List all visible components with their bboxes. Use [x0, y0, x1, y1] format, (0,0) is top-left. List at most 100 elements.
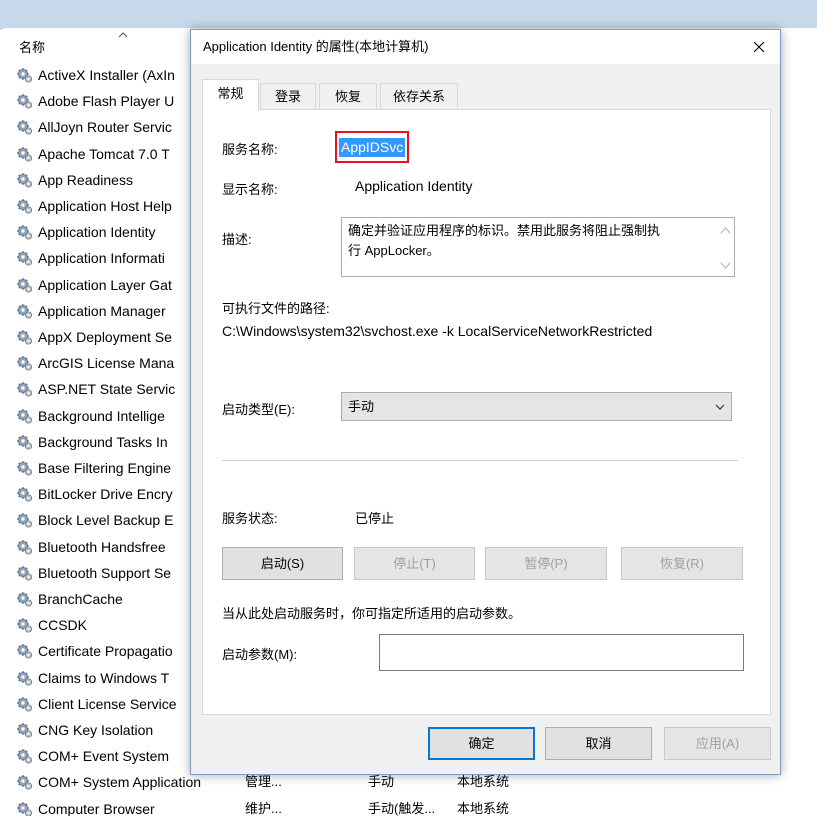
startup-type-select[interactable]: 手动	[341, 392, 732, 421]
service-row[interactable]: Background Tasks In	[16, 429, 168, 455]
description-label: 描述:	[222, 232, 252, 247]
service-row[interactable]: BitLocker Drive Encry	[16, 481, 173, 507]
service-name: Base Filtering Engine	[38, 460, 172, 476]
apply-button[interactable]: 应用(A)	[664, 727, 771, 760]
service-name: Claims to Windows T	[38, 669, 170, 686]
service-name: BranchCache	[38, 591, 123, 607]
dialog-titlebar[interactable]: Application Identity 的属性(本地计算机)	[191, 30, 780, 64]
service-gear-icon	[17, 434, 33, 450]
service-name: CCSDK	[38, 617, 88, 634]
service-name: Application Layer Gat	[38, 276, 172, 293]
start-button[interactable]: 启动(S)	[222, 547, 343, 580]
service-gear-icon	[17, 487, 33, 502]
description-box[interactable]: 确定并验证应用程序的标识。禁用此服务将阻止强制执 行 AppLocker。	[341, 217, 735, 277]
service-row[interactable]: COM+ Event System	[16, 743, 169, 769]
service-name-highlight: AppIDSvc	[335, 131, 409, 163]
startup-type-label: 启动类型(E):	[222, 402, 295, 417]
service-gear-icon	[17, 94, 33, 109]
service-row[interactable]: BranchCache	[16, 586, 123, 612]
tab-logon[interactable]: 登录	[260, 83, 316, 110]
display-name-value[interactable]: Application Identity	[355, 178, 473, 194]
dialog-title: Application Identity 的属性(本地计算机)	[203, 39, 429, 54]
startup-params-input[interactable]	[379, 634, 744, 671]
service-row[interactable]: Adobe Flash Player U	[16, 88, 174, 114]
service-row[interactable]: ASP.NET State Servic	[16, 376, 175, 402]
service-status-label: 服务状态:	[222, 511, 278, 526]
service-gear-icon	[17, 775, 33, 790]
service-name: Computer Browser	[38, 800, 155, 816]
service-row[interactable]: AllJoyn Router Servic	[16, 114, 172, 140]
service-gear-icon	[17, 539, 33, 555]
service-name-value[interactable]: AppIDSvc	[339, 138, 406, 157]
service-name: App Readiness	[38, 171, 133, 188]
service-row[interactable]: Claims to Windows T	[16, 665, 169, 691]
service-name: Client License Service	[38, 695, 177, 712]
service-gear-icon	[17, 199, 33, 214]
ok-button[interactable]: 确定	[428, 727, 535, 760]
service-gear-icon	[17, 618, 33, 633]
service-row[interactable]: Application Identity	[16, 219, 156, 245]
service-row[interactable]: ActiveX Installer (AxIn	[16, 62, 175, 88]
service-row[interactable]: CCSDK	[16, 612, 87, 638]
service-gear-icon	[17, 801, 33, 816]
tab-general[interactable]: 常规	[202, 79, 259, 111]
service-name: COM+ System Application	[38, 774, 202, 791]
service-row[interactable]: Background Intellige	[16, 403, 165, 429]
resume-button[interactable]: 恢复(R)	[621, 547, 743, 580]
service-name: ASP.NET State Servic	[38, 381, 176, 398]
service-row[interactable]: Bluetooth Support Se	[16, 560, 171, 586]
service-row[interactable]: Application Host Help	[16, 193, 172, 219]
tab-recovery[interactable]: 恢复	[319, 83, 377, 110]
service-row[interactable]: Bluetooth Handsfree	[16, 534, 166, 560]
service-gear-icon	[17, 303, 33, 319]
service-name: Application Informati	[38, 250, 165, 267]
section-divider	[222, 460, 738, 461]
service-row[interactable]: Application Layer Gat	[16, 272, 172, 298]
service-name: Application Host Help	[38, 198, 172, 214]
service-description: 维护...	[245, 800, 282, 816]
service-row[interactable]: Certificate Propagatio	[16, 638, 173, 664]
service-row[interactable]: Application Informati	[16, 245, 165, 271]
executable-path-label: 可执行文件的路径:	[222, 301, 330, 316]
window-top-bar	[0, 0, 817, 30]
column-header-name[interactable]: 名称	[19, 38, 45, 58]
service-gear-icon	[17, 565, 33, 581]
service-row[interactable]: Computer Browser 维护... 手动(触发... 本地系统	[16, 796, 509, 816]
service-row[interactable]: Base Filtering Engine	[16, 455, 171, 481]
service-row[interactable]: Application Manager	[16, 298, 166, 324]
service-row[interactable]: App Readiness	[16, 167, 133, 193]
service-gear-icon	[17, 356, 33, 371]
executable-path-value[interactable]: C:\Windows\system32\svchost.exe -k Local…	[222, 323, 652, 339]
description-scrollbar[interactable]	[717, 218, 734, 276]
column-header-label: 名称	[19, 40, 46, 55]
service-name: CNG Key Isolation	[38, 722, 154, 738]
close-button[interactable]	[744, 32, 774, 62]
service-name: AppX Deployment Se	[38, 329, 172, 345]
service-row[interactable]: Client License Service	[16, 691, 177, 717]
service-row[interactable]: AppX Deployment Se	[16, 324, 172, 350]
startup-params-label: 启动参数(M):	[222, 647, 298, 662]
tab-dependencies[interactable]: 依存关系	[380, 83, 458, 110]
service-name: ArcGIS License Mana	[38, 355, 175, 372]
service-row[interactable]: ArcGIS License Mana	[16, 350, 174, 376]
pause-button[interactable]: 暂停(P)	[485, 547, 607, 580]
service-name-label: 服务名称:	[222, 142, 278, 157]
service-row[interactable]: CNG Key Isolation	[16, 717, 153, 743]
service-gear-icon	[17, 670, 33, 686]
service-row[interactable]: Block Level Backup E	[16, 507, 173, 533]
service-row[interactable]: COM+ System Application 管理... 手动 本地系统	[16, 769, 509, 795]
service-name: Application Manager	[38, 302, 166, 319]
service-gear-icon	[17, 120, 33, 135]
cancel-button[interactable]: 取消	[545, 727, 652, 760]
chevron-down-icon	[715, 404, 725, 410]
service-name: ActiveX Installer (AxIn	[38, 67, 175, 83]
service-row[interactable]: Apache Tomcat 7.0 T	[16, 141, 170, 167]
service-gear-icon	[17, 461, 33, 476]
description-text: 确定并验证应用程序的标识。禁用此服务将阻止强制执 行 AppLocker。	[348, 221, 708, 261]
stop-button[interactable]: 停止(T)	[354, 547, 475, 580]
service-gear-icon	[17, 277, 33, 293]
service-gear-icon	[17, 644, 33, 659]
service-gear-icon	[17, 251, 33, 266]
display-name-label: 显示名称:	[222, 182, 278, 197]
service-status-value: 已停止	[355, 511, 395, 526]
